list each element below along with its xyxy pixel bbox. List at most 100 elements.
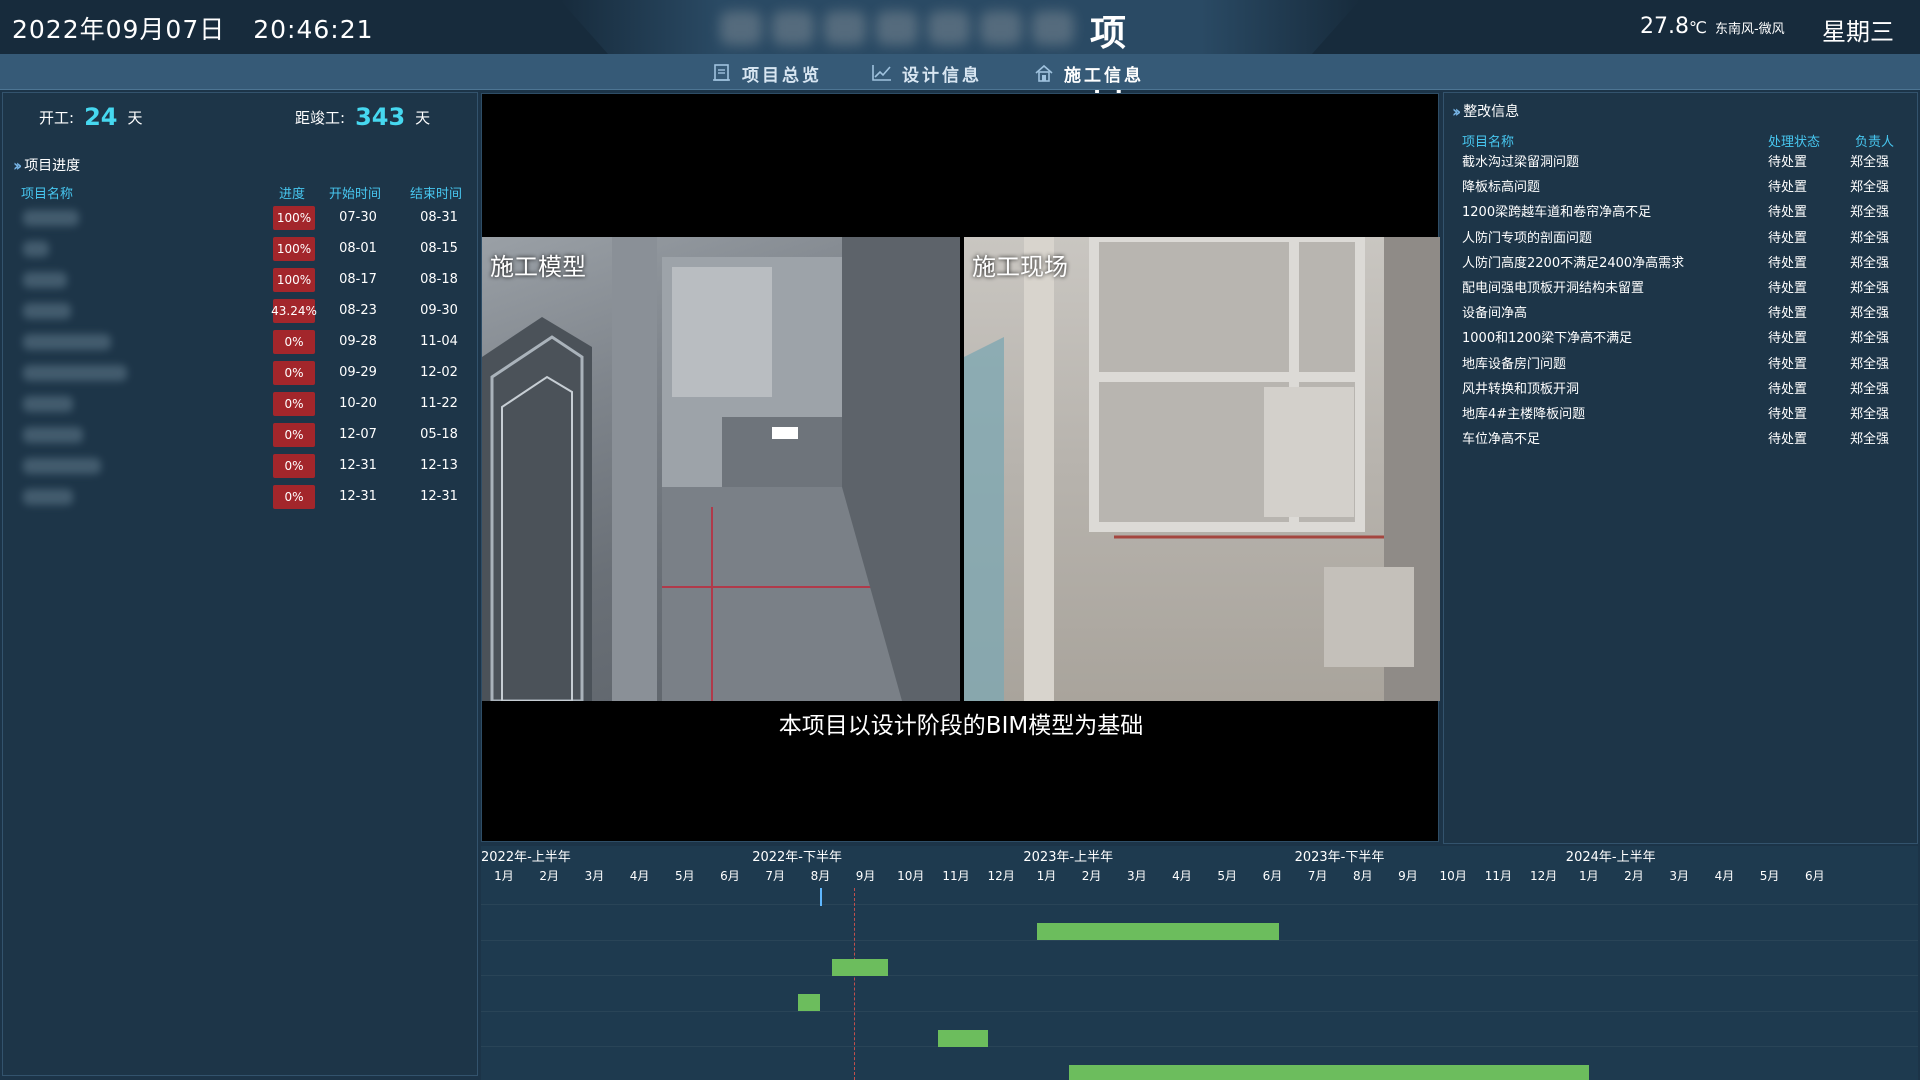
col-start-time: 开始时间 [329, 187, 382, 202]
progress-section-title: ›› 项目进度 [13, 155, 80, 175]
progress-badge: 100% [273, 237, 315, 261]
gantt-month-label: 1月 [494, 869, 514, 883]
progress-badge: 0% [273, 361, 315, 385]
progress-row[interactable]: 0% 12-31 12-13 [17, 452, 477, 482]
start-unit: 天 [127, 109, 143, 127]
issue-name: 截水沟过梁留洞问题 [1462, 155, 1580, 170]
bim-model-view: 施工模型 [482, 237, 960, 701]
house-icon [1035, 64, 1053, 82]
gantt-month-label: 1月 [1036, 869, 1057, 883]
video-frame: 施工模型 施工现场 [482, 237, 1440, 701]
end-date: 05-18 [420, 427, 458, 442]
progress-row[interactable]: 100% 07-30 08-31 [17, 204, 477, 234]
issue-owner: 郑全强 [1850, 306, 1890, 322]
col-progress: 进度 [279, 187, 306, 202]
tab-label: 施工信息 [1064, 65, 1144, 86]
gantt-month-label: 1月 [1578, 869, 1599, 883]
tab-construction-info[interactable]: 施工信息 [1034, 60, 1144, 86]
gantt-month-label: 12月 [987, 869, 1015, 883]
progress-row[interactable]: 0% 12-31 12-31 [17, 483, 477, 513]
issue-status: 待处置 [1768, 205, 1808, 221]
gantt-month-label: 7月 [765, 869, 785, 883]
issue-name: 设备间净高 [1462, 306, 1528, 322]
col-project-name: 项目名称 [21, 187, 74, 202]
rectification-row[interactable]: 地库设备房门问题 待处置 郑全强 [1462, 353, 1902, 375]
tab-project-overview[interactable]: 项目总览 [712, 60, 822, 86]
blurred-project-name [23, 489, 73, 505]
issue-status: 待处置 [1768, 180, 1808, 196]
issue-owner: 郑全强 [1850, 155, 1890, 170]
blurred-project-name [23, 303, 71, 319]
gantt-row-line [481, 975, 1918, 976]
gantt-month-label: 9月 [855, 869, 876, 883]
issue-name: 地库设备房门问题 [1462, 356, 1567, 372]
gantt-month-label: 10月 [897, 869, 925, 883]
rectification-row[interactable]: 人防门专项的剖面问题 待处置 郑全强 [1462, 227, 1902, 249]
rectification-row[interactable]: 车位净高不足 待处置 郑全强 [1462, 428, 1902, 450]
rectification-row[interactable]: 截水沟过梁留洞问题 待处置 郑全强 [1462, 151, 1902, 173]
chart-icon [872, 65, 891, 81]
gantt-month-label: 8月 [810, 869, 831, 883]
gantt-month-label: 2月 [1624, 869, 1644, 883]
issue-owner: 郑全强 [1850, 180, 1890, 196]
rectification-row[interactable]: 降板标高问题 待处置 郑全强 [1462, 176, 1902, 198]
rectification-row[interactable]: 人防门高度2200不满足2400净高需求 待处置 郑全强 [1462, 252, 1902, 274]
end-date: 12-31 [420, 489, 458, 504]
rectification-row[interactable]: 配电间强电顶板开洞结构未留置 待处置 郑全强 [1462, 277, 1902, 299]
remain-days: 343 [355, 103, 406, 131]
progress-row[interactable]: 0% 09-29 12-02 [17, 359, 477, 389]
remain-counter: 距竣工: 343 天 [295, 103, 430, 131]
tab-design-info[interactable]: 设计信息 [872, 60, 982, 86]
gantt-month-label: 3月 [1126, 869, 1147, 883]
end-date: 08-18 [420, 272, 458, 287]
start-date: 08-17 [339, 272, 377, 287]
gantt-month-label: 12月 [1529, 869, 1558, 883]
end-date: 12-02 [420, 365, 458, 380]
gantt-month-label: 3月 [584, 869, 605, 883]
col-project-name: 项目名称 [1462, 135, 1515, 150]
gantt-month-label: 4月 [629, 869, 650, 883]
datetime-display: 2022年09月07日 20:46:21 [12, 10, 374, 46]
gantt-bar[interactable] [1037, 923, 1280, 940]
progress-badge: 0% [273, 485, 315, 509]
rectification-row[interactable]: 1200梁跨越车道和卷帘净高不足 待处置 郑全强 [1462, 201, 1902, 223]
blurred-project-name [23, 210, 79, 226]
gantt-bar[interactable] [831, 958, 889, 976]
top-nav: 项目总览 设计信息 施工信息 [0, 54, 1920, 90]
issue-status: 待处置 [1768, 155, 1808, 170]
gantt-bar[interactable] [1069, 1065, 1589, 1080]
rectification-row[interactable]: 风井转换和顶板开洞 待处置 郑全强 [1462, 378, 1902, 400]
section-title-text: 项目进度 [24, 158, 81, 174]
rectification-row[interactable]: 1000和1200梁下净高不满足 待处置 郑全强 [1462, 327, 1902, 349]
progress-row[interactable]: 0% 12-07 05-18 [17, 421, 477, 451]
gantt-half-year-label: 2022年-上半年 [481, 850, 571, 865]
rectification-row[interactable]: 地库4#主楼降板问题 待处置 郑全强 [1462, 403, 1902, 425]
gantt-bar[interactable] [797, 994, 821, 1011]
document-icon [713, 64, 730, 81]
issue-owner: 郑全强 [1850, 356, 1890, 372]
progress-row[interactable]: 100% 08-01 08-15 [17, 235, 477, 265]
section-title-text: 整改信息 [1463, 104, 1520, 120]
gantt-row-line [481, 904, 1918, 905]
progress-row[interactable]: 0% 10-20 11-22 [17, 390, 477, 420]
rectification-row[interactable]: 设备间净高 待处置 郑全强 [1462, 302, 1902, 324]
issue-status: 待处置 [1768, 381, 1808, 397]
gantt-bar[interactable] [937, 1029, 988, 1047]
progress-row[interactable]: 100% 08-17 08-18 [17, 266, 477, 296]
start-date: 12-31 [339, 458, 377, 473]
progress-row[interactable]: 43.24% 08-23 09-30 [17, 297, 477, 327]
issue-name: 1200梁跨越车道和卷帘净高不足 [1462, 205, 1652, 221]
issue-owner: 郑全强 [1850, 281, 1890, 296]
progress-badge: 100% [273, 206, 315, 230]
gantt-month-label: 9月 [1398, 869, 1418, 883]
gantt-month-label: 8月 [1352, 869, 1373, 883]
issue-status: 待处置 [1768, 255, 1808, 271]
progress-row[interactable]: 0% 09-28 11-04 [17, 328, 477, 358]
gantt-month-label: 5月 [674, 869, 695, 883]
gantt-month-label: 5月 [1217, 869, 1237, 883]
date-text: 2022年09月07日 [12, 15, 226, 44]
start-date: 08-01 [339, 241, 377, 256]
issue-name: 配电间强电顶板开洞结构未留置 [1462, 281, 1645, 296]
start-date: 07-30 [339, 210, 377, 225]
video-player[interactable]: 施工模型 施工现场 本项目以设计阶段的BIM模型为基础 [481, 93, 1440, 842]
